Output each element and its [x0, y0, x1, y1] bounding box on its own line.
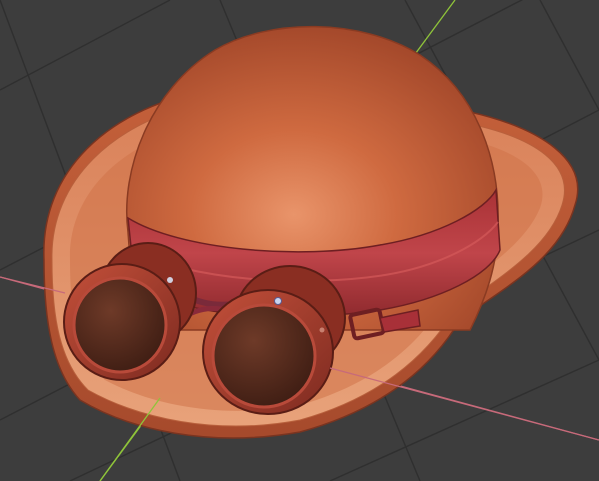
- left-lens-icon: [72, 276, 168, 374]
- viewport-canvas[interactable]: [0, 0, 599, 481]
- 3d-viewport[interactable]: [0, 0, 599, 481]
- right-lens-icon: [211, 303, 317, 409]
- hat-model[interactable]: [43, 25, 579, 439]
